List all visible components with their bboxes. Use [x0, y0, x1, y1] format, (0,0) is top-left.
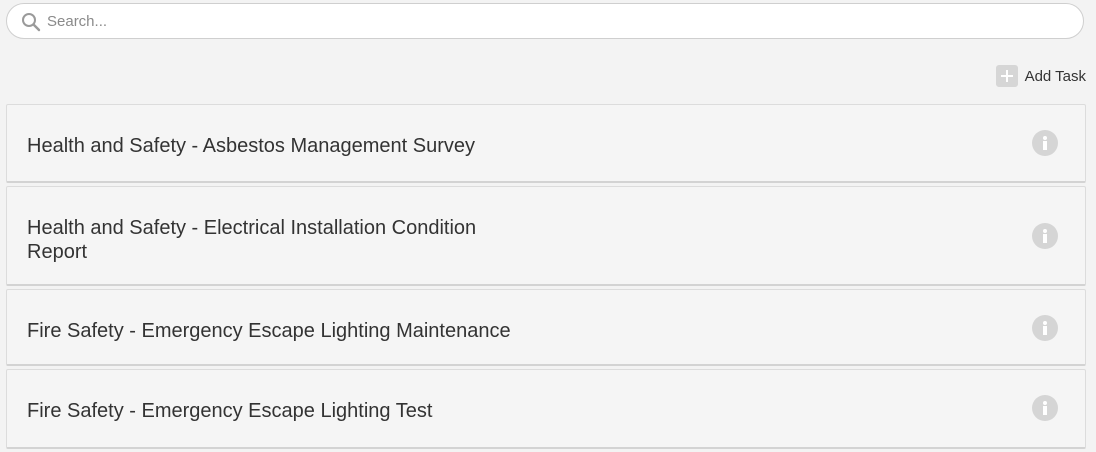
task-title: Fire Safety - Emergency Escape Lighting … — [27, 320, 511, 342]
task-list: Health and Safety - Asbestos Management … — [6, 104, 1086, 452]
info-icon[interactable] — [1032, 130, 1058, 156]
task-title: Health and Safety - Electrical Installat… — [27, 217, 477, 263]
search-input[interactable] — [47, 4, 1067, 38]
task-title: Health and Safety - Asbestos Management … — [27, 135, 476, 157]
info-icon[interactable] — [1032, 315, 1058, 341]
add-task-button[interactable]: Add Task — [995, 65, 1086, 87]
search-icon — [22, 13, 41, 32]
plus-icon — [995, 65, 1018, 87]
add-task-label: Add Task — [1024, 67, 1086, 85]
task-item[interactable]: Health and Safety - Electrical Installat… — [6, 186, 1086, 286]
task-item[interactable]: Fire Safety - Emergency Escape Lighting … — [6, 369, 1086, 449]
info-icon[interactable] — [1032, 223, 1058, 249]
info-icon[interactable] — [1032, 395, 1058, 421]
task-item[interactable]: Health and Safety - Asbestos Management … — [6, 104, 1086, 183]
search-bar[interactable] — [6, 3, 1084, 39]
task-item[interactable]: Fire Safety - Emergency Escape Lighting … — [6, 289, 1086, 366]
task-title: Fire Safety - Emergency Escape Lighting … — [27, 400, 433, 422]
